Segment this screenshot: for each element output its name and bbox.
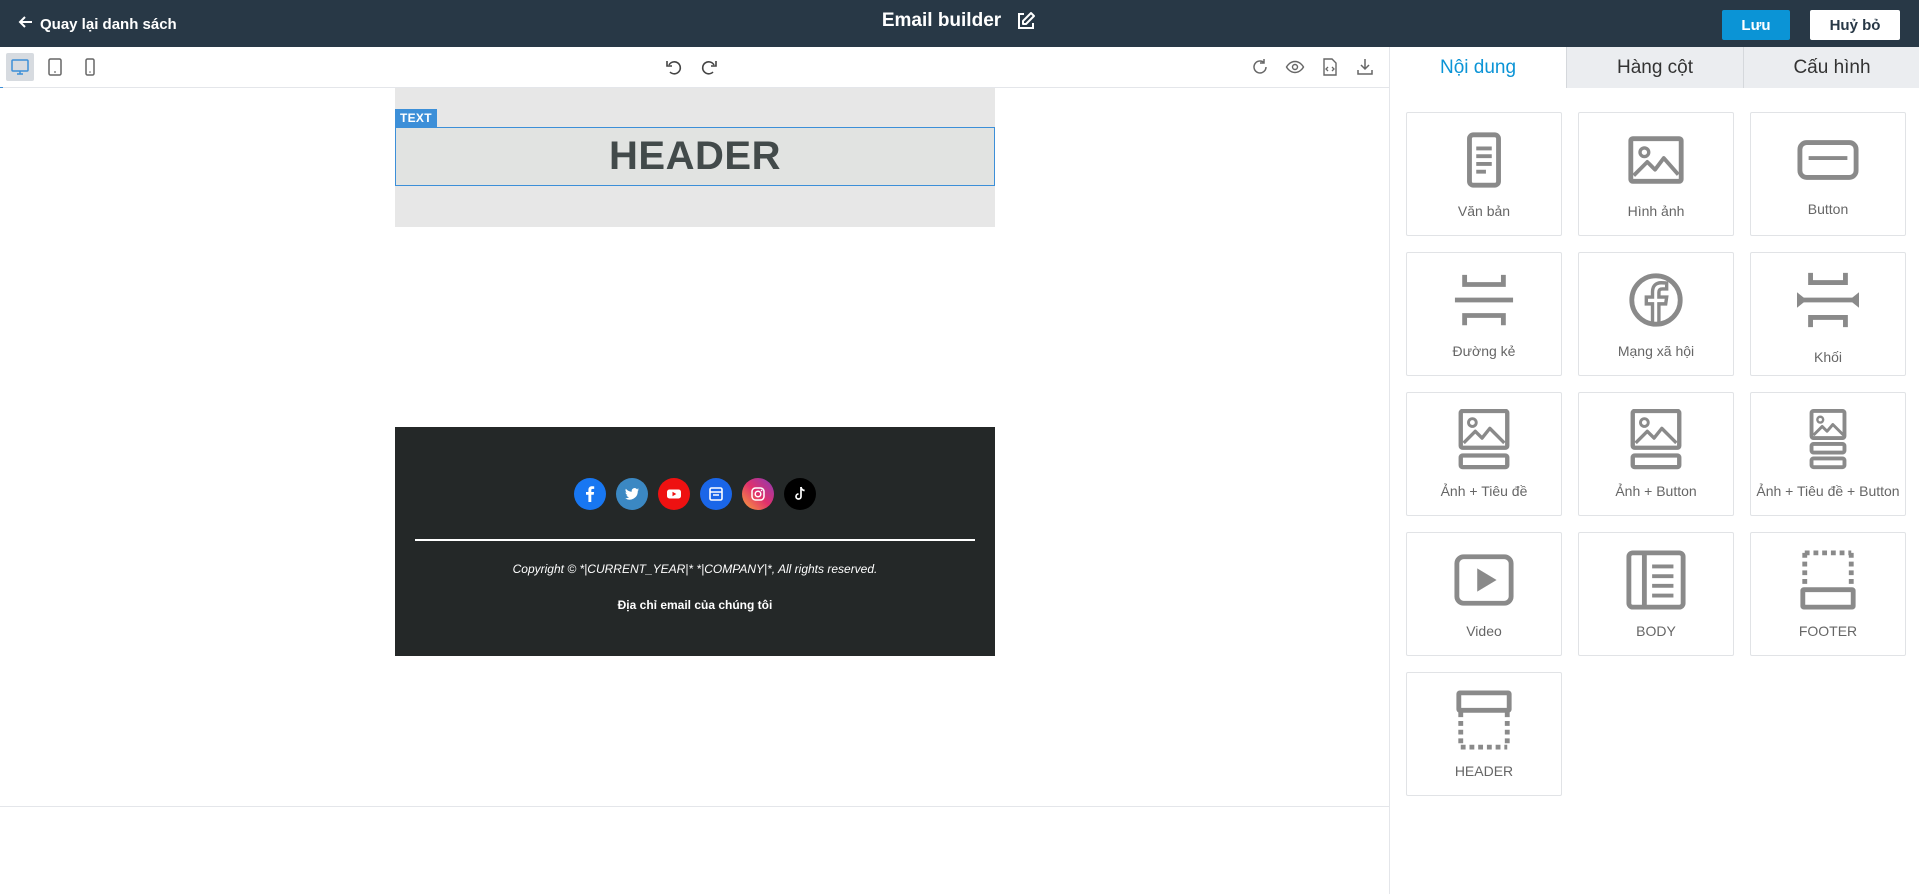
footer-icon	[1800, 550, 1856, 610]
block-body[interactable]: BODY	[1578, 532, 1734, 656]
button-icon	[1797, 140, 1859, 180]
block-social[interactable]: Mạng xã hội	[1578, 252, 1734, 376]
block-header[interactable]: HEADER	[1406, 672, 1562, 796]
block-image-title-label: Ảnh + Tiêu đề	[1440, 483, 1528, 499]
website-icon[interactable]	[700, 478, 732, 510]
code-file-icon	[1323, 58, 1337, 76]
blocks-panel: Nội dung Hàng cột Cấu hình Văn bản Hình …	[1389, 47, 1919, 894]
selected-block-tag: TEXT	[395, 109, 437, 128]
block-header-label: HEADER	[1454, 763, 1514, 779]
image-title-button-icon	[1809, 409, 1847, 470]
tab-settings[interactable]: Cấu hình	[1743, 47, 1919, 88]
editor-toolbar	[0, 47, 1389, 88]
block-image-title[interactable]: Ảnh + Tiêu đề	[1406, 392, 1562, 516]
block-image-button-label: Ảnh + Button	[1615, 483, 1697, 499]
image-icon	[1628, 136, 1684, 184]
preview-button[interactable]	[1281, 53, 1309, 81]
redo-icon	[701, 61, 717, 75]
block-image-title-button[interactable]: Ảnh + Tiêu đề + Button	[1750, 392, 1906, 516]
block-video-label: Video	[1466, 623, 1502, 639]
download-button[interactable]	[1351, 53, 1379, 81]
block-divider[interactable]: Đường kẻ	[1406, 252, 1562, 376]
tiktok-icon[interactable]	[784, 478, 816, 510]
footer-section[interactable]: Copyright © *|CURRENT_YEAR|* *|COMPANY|*…	[395, 427, 995, 656]
page-title: Email builder	[881, 10, 1002, 31]
block-button[interactable]: Button	[1750, 112, 1906, 236]
cancel-button[interactable]: Huỷ bỏ	[1810, 10, 1900, 40]
mobile-icon	[85, 58, 95, 76]
block-image-label: Hình ảnh	[1627, 203, 1685, 219]
panel-tabs: Nội dung Hàng cột Cấu hình	[1390, 47, 1919, 88]
facebook-icon[interactable]	[574, 478, 606, 510]
block-video[interactable]: Video	[1406, 532, 1562, 656]
block-spacer[interactable]: Khối	[1750, 252, 1906, 376]
desktop-icon	[11, 59, 29, 75]
footer-divider	[415, 539, 975, 541]
edit-title-icon[interactable]	[1015, 10, 1037, 32]
divider-icon	[1454, 274, 1514, 326]
block-grid: Văn bản Hình ảnh Button Đường kẻ Mạng xã…	[1406, 112, 1906, 796]
block-image-title-button-label: Ảnh + Tiêu đề + Button	[1756, 483, 1900, 499]
image-button-icon	[1630, 409, 1682, 470]
header-text-block[interactable]: HEADER	[395, 127, 995, 186]
block-footer-label: FOOTER	[1798, 623, 1858, 639]
tablet-icon	[48, 58, 62, 76]
back-link-label: Quay lại danh sách	[40, 15, 177, 33]
download-icon	[1357, 59, 1373, 75]
block-image-button[interactable]: Ảnh + Button	[1578, 392, 1734, 516]
block-body-label: BODY	[1636, 623, 1676, 639]
tab-rows[interactable]: Hàng cột	[1566, 47, 1743, 88]
mobile-view-button[interactable]	[76, 53, 104, 81]
block-button-label: Button	[1807, 201, 1849, 217]
block-text-label: Văn bản	[1457, 203, 1511, 219]
image-title-icon	[1458, 409, 1510, 470]
undo-button[interactable]	[660, 53, 688, 81]
save-button[interactable]: Lưu	[1722, 10, 1790, 40]
undo-icon	[666, 61, 682, 75]
video-icon	[1454, 554, 1514, 606]
block-divider-label: Đường kẻ	[1452, 343, 1516, 359]
reset-button[interactable]	[1246, 53, 1274, 81]
tab-content[interactable]: Nội dung	[1390, 47, 1566, 88]
text-document-icon	[1467, 132, 1501, 188]
eye-icon	[1285, 60, 1305, 74]
block-social-label: Mạng xã hội	[1617, 343, 1695, 359]
facebook-circle-icon	[1629, 273, 1683, 327]
tablet-view-button[interactable]	[41, 53, 69, 81]
redo-button[interactable]	[695, 53, 723, 81]
social-icons-row	[395, 478, 995, 510]
youtube-icon[interactable]	[658, 478, 690, 510]
top-bar: Quay lại danh sách Email builder Lưu Huỷ…	[0, 0, 1919, 47]
arrow-left-icon	[18, 14, 34, 34]
email-canvas[interactable]: TEXT HEADER Copyright © *|CURRENT_YEAR|*…	[0, 88, 1389, 894]
desktop-view-button[interactable]	[6, 53, 34, 81]
back-to-list-link[interactable]: Quay lại danh sách	[18, 14, 177, 34]
block-text[interactable]: Văn bản	[1406, 112, 1562, 236]
block-spacer-label: Khối	[1813, 349, 1843, 365]
block-footer[interactable]: FOOTER	[1750, 532, 1906, 656]
header-text: HEADER	[609, 134, 781, 178]
export-html-button[interactable]	[1316, 53, 1344, 81]
spacer-icon	[1797, 272, 1859, 328]
block-image[interactable]: Hình ảnh	[1578, 112, 1734, 236]
instagram-icon[interactable]	[742, 478, 774, 510]
body-icon	[1626, 550, 1686, 610]
header-icon	[1456, 690, 1512, 750]
twitter-icon[interactable]	[616, 478, 648, 510]
refresh-icon	[1253, 59, 1267, 74]
email-address-text: Địa chỉ email của chúng tôi	[617, 598, 773, 612]
copyright-text: Copyright © *|CURRENT_YEAR|* *|COMPANY|*…	[512, 562, 878, 576]
